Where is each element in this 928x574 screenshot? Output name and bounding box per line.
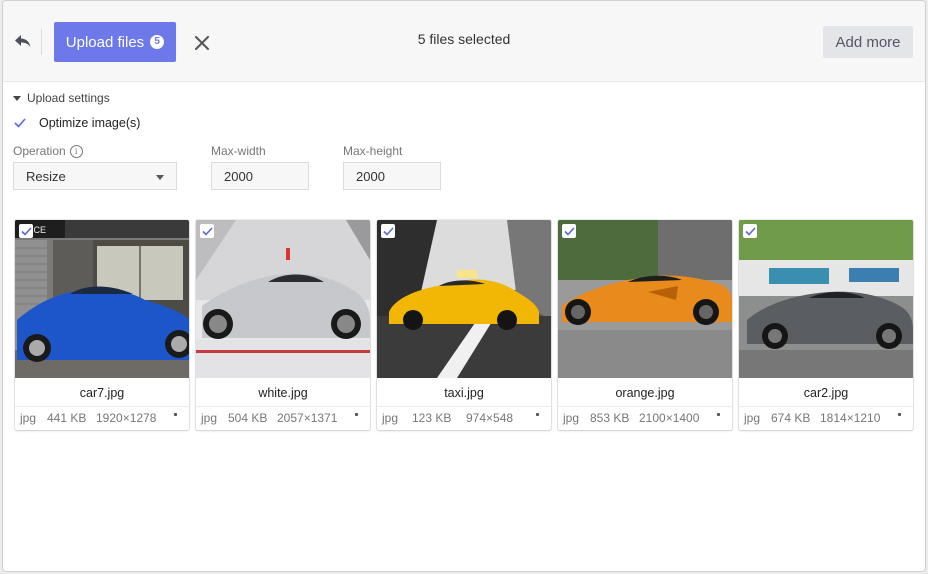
checkmark-icon [14, 118, 26, 128]
file-name: car7.jpg [79, 386, 125, 400]
file-dimensions: 1814×1210 [820, 411, 881, 425]
file-select-checkbox[interactable] [562, 224, 576, 238]
file-type: jpg [20, 411, 37, 425]
file-select-checkbox[interactable] [743, 224, 757, 238]
file-card[interactable]: orange.jpg jpg 853 KB 2100×1400 [558, 220, 732, 430]
file-name: white.jpg [258, 386, 308, 400]
optimize-images-label: Optimize image(s) [39, 116, 141, 130]
modal-header: Upload files 5 5 files selected Add more [3, 1, 925, 82]
file-type: jpg [201, 411, 218, 425]
file-dimensions: 2100×1400 [639, 411, 700, 425]
file-meta: jpg 674 KB 1814×1210 [739, 406, 913, 430]
upload-modal: Upload files 5 5 files selected Add more… [3, 1, 925, 571]
info-icon[interactable]: i [69, 144, 83, 158]
checkmark-icon [20, 226, 32, 236]
max-width-input[interactable] [211, 162, 309, 190]
operation-select-value: Resize [26, 168, 66, 184]
max-height-label: Max-height [343, 144, 403, 158]
optimize-images-option: Optimize image(s) [13, 116, 140, 130]
file-card[interactable]: taxi.jpg jpg 123 KB 974×548 [377, 220, 551, 430]
files-selected-text: 5 files selected [417, 31, 511, 47]
file-type: jpg [744, 411, 761, 425]
upload-settings-label: Upload settings [27, 91, 110, 105]
more-dots-icon [354, 413, 358, 416]
file-thumbnail [739, 220, 913, 378]
more-dots-icon [173, 413, 177, 416]
file-name: orange.jpg [615, 386, 675, 400]
more-dots-icon [897, 413, 901, 416]
file-select-checkbox[interactable] [19, 224, 33, 238]
caret-down-icon [13, 95, 21, 101]
max-height-input[interactable] [343, 162, 441, 190]
add-more-button[interactable]: Add more [823, 26, 913, 58]
file-thumbnail [377, 220, 551, 378]
checkmark-icon [563, 226, 575, 236]
more-options-button[interactable] [891, 409, 907, 425]
max-width-label: Max-width [211, 144, 266, 158]
file-size: 674 KB [771, 411, 811, 425]
upload-settings-toggle[interactable]: Upload settings [13, 91, 110, 105]
more-options-button[interactable] [167, 409, 183, 425]
file-size: 123 KB [412, 411, 452, 425]
file-select-checkbox[interactable] [200, 224, 214, 238]
more-dots-icon [535, 413, 539, 416]
file-meta: jpg 504 KB 2057×1371 [196, 406, 370, 430]
file-meta: jpg 853 KB 2100×1400 [558, 406, 732, 430]
operation-label-group: Operation i [13, 144, 83, 158]
file-name: taxi.jpg [444, 386, 484, 400]
checkmark-icon [201, 226, 213, 236]
operation-label: Operation [13, 144, 66, 158]
file-type: jpg [382, 411, 399, 425]
more-options-button[interactable] [529, 409, 545, 425]
file-dimensions: 1920×1278 [96, 411, 157, 425]
file-card[interactable]: white.jpg jpg 504 KB 2057×1371 [196, 220, 370, 430]
checkmark-icon [382, 226, 394, 236]
more-dots-icon [716, 413, 720, 416]
file-dimensions: 974×548 [466, 411, 514, 425]
operation-select[interactable]: Resize [13, 162, 177, 190]
file-thumbnail: NCE [15, 220, 189, 378]
file-meta: jpg 123 KB 974×548 [377, 406, 551, 430]
chevron-down-icon [156, 175, 164, 180]
file-thumbnail [558, 220, 732, 378]
file-thumbnail [196, 220, 370, 378]
file-meta: jpg 441 KB 1920×1278 [15, 406, 189, 430]
file-size: 853 KB [590, 411, 630, 425]
file-card[interactable]: car2.jpg jpg 674 KB 1814×1210 [739, 220, 913, 430]
checkmark-icon [744, 226, 756, 236]
file-size: 441 KB [47, 411, 87, 425]
file-size: 504 KB [228, 411, 268, 425]
optimize-checkbox[interactable] [13, 116, 27, 130]
file-select-checkbox[interactable] [381, 224, 395, 238]
file-dimensions: 2057×1371 [277, 411, 338, 425]
file-name: car2.jpg [803, 386, 849, 400]
more-options-button[interactable] [348, 409, 364, 425]
more-options-button[interactable] [710, 409, 726, 425]
file-type: jpg [563, 411, 580, 425]
file-card[interactable]: NCE car7.jpg jpg 441 KB 1920×1278 [15, 220, 189, 430]
